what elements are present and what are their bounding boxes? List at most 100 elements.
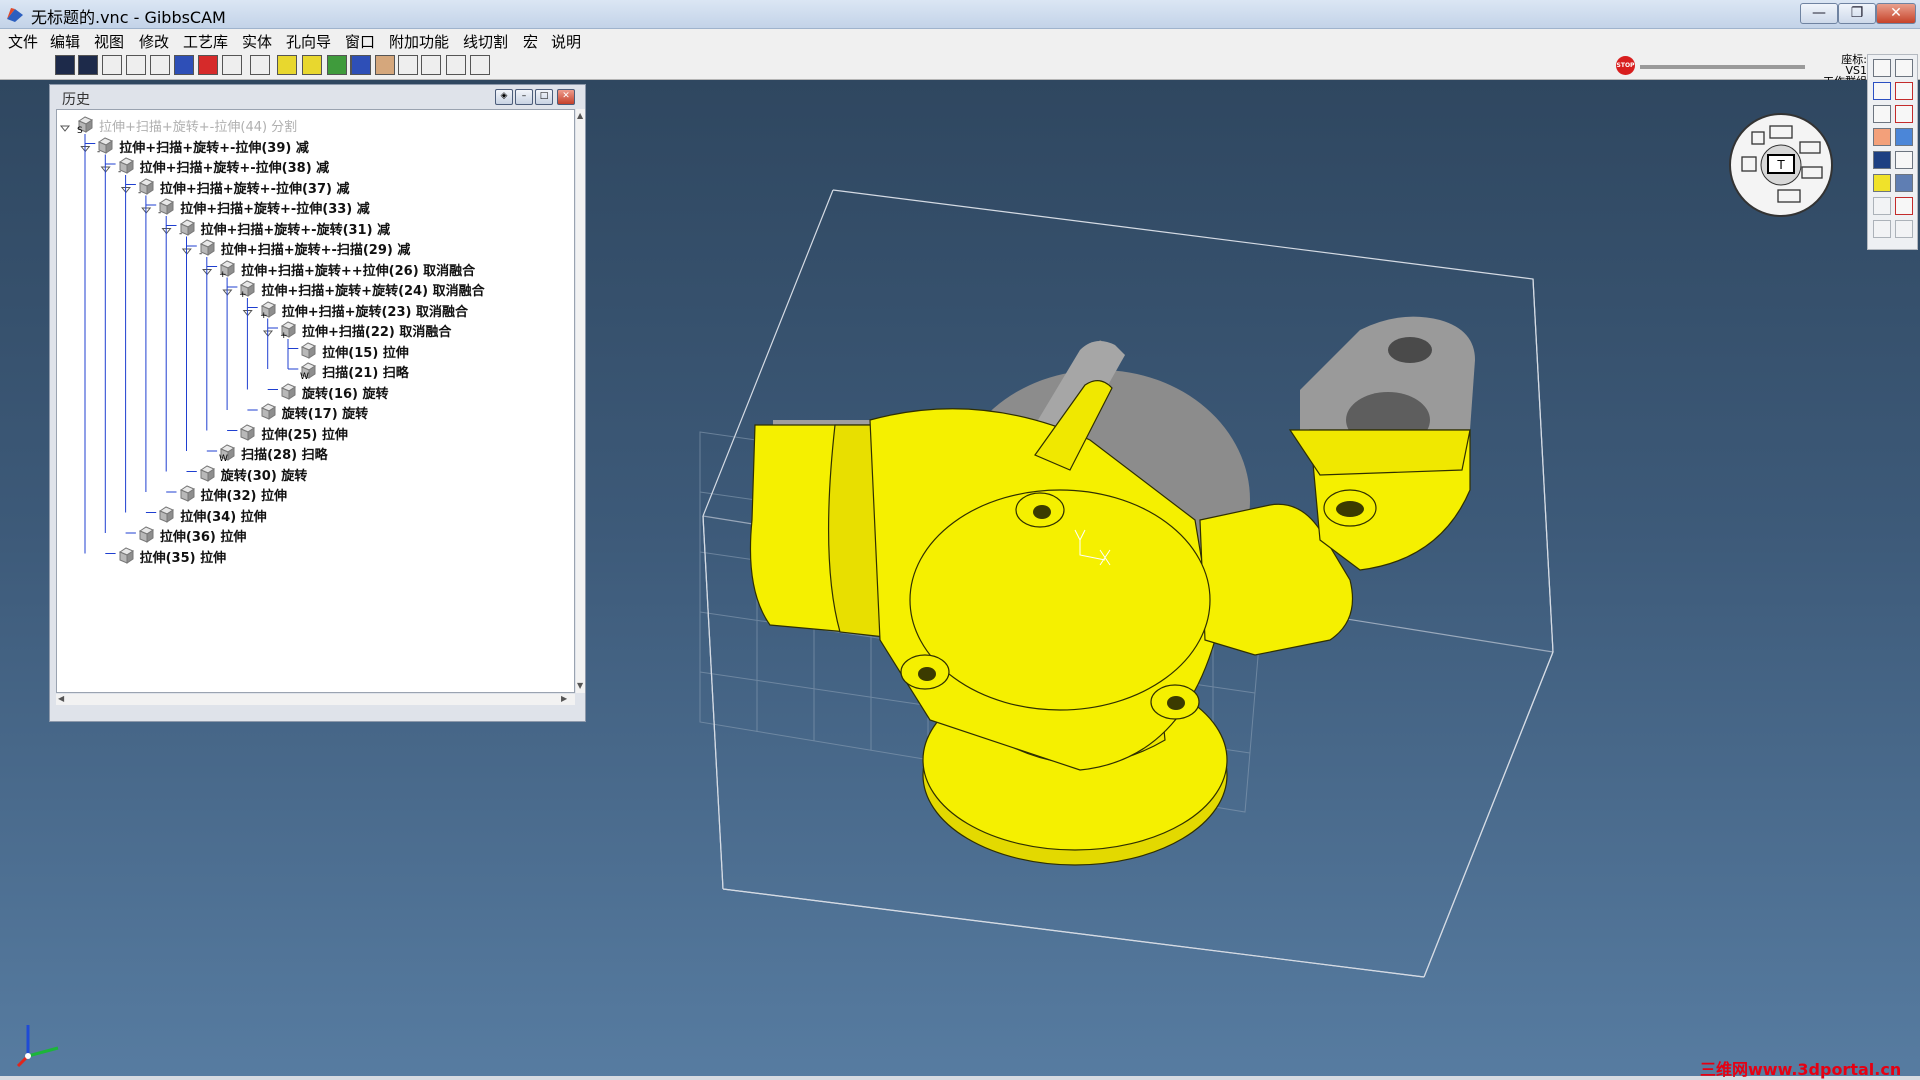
- expand-triangle-icon: [59, 125, 71, 132]
- menu-window[interactable]: 窗口: [345, 31, 375, 52]
- help-pointer-icon[interactable]: [470, 55, 490, 75]
- svg-text:-: -: [158, 208, 161, 216]
- shaded-view-icon[interactable]: [55, 55, 75, 75]
- close-button[interactable]: ✕: [1876, 3, 1916, 24]
- menu-hole-wizard[interactable]: 孔向导: [286, 31, 331, 52]
- history-node-label: 拉伸(34) 拉伸: [180, 509, 267, 525]
- shape-transform-icon[interactable]: [1895, 197, 1913, 215]
- history-node-label: 拉伸+扫描+旋转+-拉伸(39) 减: [119, 140, 309, 156]
- solid-node-icon: [260, 403, 276, 420]
- hand-icon[interactable]: [1895, 105, 1913, 123]
- solid-node-icon: -: [97, 136, 114, 155]
- sync-icon[interactable]: [277, 55, 297, 75]
- solid-node-icon: -: [138, 177, 154, 196]
- new-doc-icon[interactable]: [1873, 59, 1891, 77]
- history-node-label: 拉伸(35) 拉伸: [139, 550, 227, 566]
- minimize-button[interactable]: —: [1800, 3, 1838, 24]
- duplicate-icon[interactable]: [1895, 220, 1913, 238]
- menu-modify[interactable]: 修改: [139, 31, 169, 52]
- solid-node-icon: [179, 485, 195, 502]
- svg-text:+: +: [219, 270, 227, 278]
- menu-view[interactable]: 视图: [94, 31, 124, 52]
- history-header: 历史 ◈ – □ ✕: [50, 85, 585, 108]
- history-node-label: 拉伸+扫描+旋转+-旋转(31) 减: [200, 222, 391, 238]
- panel-minimize-icon[interactable]: –: [515, 89, 533, 105]
- box-outline-icon[interactable]: [1895, 151, 1913, 169]
- block-icon[interactable]: [375, 55, 395, 75]
- menu-wire-edm[interactable]: 线切割: [463, 31, 508, 52]
- menu-plugins[interactable]: 附加功能: [389, 31, 449, 52]
- compass-center-label: T: [1776, 158, 1785, 172]
- menu-file[interactable]: 文件: [8, 31, 38, 52]
- scroll-right-icon[interactable]: ▶: [561, 694, 567, 703]
- history-node-label: 拉伸(32) 拉伸: [200, 489, 288, 504]
- gibbscam-app-icon[interactable]: [5, 5, 25, 23]
- tool-icon[interactable]: [198, 55, 218, 75]
- scroll-left-icon[interactable]: ◀: [58, 694, 64, 703]
- solid-node-icon: [240, 423, 256, 441]
- solid-node-icon: +: [219, 259, 236, 278]
- svg-text:+: +: [239, 290, 247, 298]
- rect-select-icon[interactable]: [1873, 82, 1891, 100]
- copy-doc-icon[interactable]: [1895, 59, 1913, 77]
- svg-text:-: -: [199, 249, 202, 257]
- grid-select-icon[interactable]: [150, 55, 170, 75]
- restore-button[interactable]: ❐: [1838, 3, 1876, 24]
- history-node-label: 扫描(21) 扫略: [322, 366, 409, 381]
- svg-text:W: W: [300, 372, 309, 380]
- shape-edit-icon[interactable]: [1873, 197, 1891, 215]
- pen-icon[interactable]: [1873, 105, 1891, 123]
- eraser-icon[interactable]: [1873, 174, 1891, 192]
- history-vertical-scrollbar[interactable]: ▲ ▼: [576, 109, 585, 693]
- history-horizontal-scrollbar[interactable]: ◀ ▶: [56, 694, 575, 705]
- svg-text:-: -: [179, 229, 182, 237]
- camera-icon[interactable]: [1895, 174, 1913, 192]
- scroll-up-icon[interactable]: ▲: [577, 111, 583, 120]
- workpiece-icon[interactable]: [302, 55, 322, 75]
- panel-pin-icon[interactable]: ◈: [495, 89, 513, 105]
- solid-node-icon: -: [118, 157, 134, 175]
- history-node-label: 旋转(17) 旋转: [281, 407, 369, 422]
- svg-text:S: S: [77, 126, 83, 134]
- status-bar: [0, 1076, 1920, 1080]
- history-node-label: 旋转(16) 旋转: [302, 386, 389, 402]
- stop-icon[interactable]: STOP: [1616, 56, 1635, 75]
- history-node-label: 拉伸(25) 拉伸: [261, 427, 348, 443]
- shape-icon[interactable]: [398, 55, 418, 75]
- solid-node-icon: [138, 526, 154, 543]
- right-toolbar: [1867, 54, 1918, 250]
- svg-text:+: +: [280, 331, 288, 339]
- cursor-icon[interactable]: [421, 55, 441, 75]
- panel-maximize-icon[interactable]: □: [535, 89, 553, 105]
- hidden-view-icon[interactable]: [78, 55, 98, 75]
- history-node-label: 拉伸+扫描(22) 取消融合: [302, 325, 452, 340]
- axis-icon[interactable]: [1895, 82, 1913, 100]
- menu-process-library[interactable]: 工艺库: [183, 31, 228, 52]
- view-compass[interactable]: T: [1728, 112, 1834, 218]
- blue-bar-icon-visible[interactable]: [351, 55, 371, 75]
- menu-solid[interactable]: 实体: [242, 31, 272, 52]
- part-icon[interactable]: [250, 55, 270, 75]
- eye-icon[interactable]: [1873, 151, 1891, 169]
- box-view-icon[interactable]: [126, 55, 146, 75]
- print-icon-visible[interactable]: [446, 55, 466, 75]
- history-node-label: 拉伸+扫描+旋转+-拉伸(44) 分割: [99, 120, 298, 135]
- sketch-icon[interactable]: [1895, 128, 1913, 146]
- panel-close-icon[interactable]: ✕: [557, 89, 575, 105]
- history-node-label: 拉伸(15) 拉伸: [322, 345, 409, 361]
- menu-edit[interactable]: 编辑: [50, 31, 80, 52]
- scroll-down-icon[interactable]: ▼: [577, 681, 583, 690]
- green-arrow-icon[interactable]: [327, 55, 347, 75]
- fixture-icon[interactable]: [174, 55, 194, 75]
- menu-help[interactable]: 说明: [551, 31, 581, 52]
- solid-node-icon: W: [300, 362, 317, 380]
- solid-node-icon: -: [179, 218, 195, 237]
- solid-node-icon: S: [77, 116, 94, 134]
- solid-node-icon: +: [260, 300, 276, 319]
- wireframe-view-icon[interactable]: [102, 55, 122, 75]
- history-tree[interactable]: S 拉伸+扫描+旋转+-拉伸(44) 分割 - 拉伸+扫描+旋转+-拉伸(39) 减 -…: [56, 109, 575, 693]
- layer-icon[interactable]: [1873, 128, 1891, 146]
- menu-macro[interactable]: 宏: [523, 31, 538, 52]
- align-icon[interactable]: [1873, 220, 1891, 238]
- stock-icon[interactable]: [222, 55, 242, 75]
